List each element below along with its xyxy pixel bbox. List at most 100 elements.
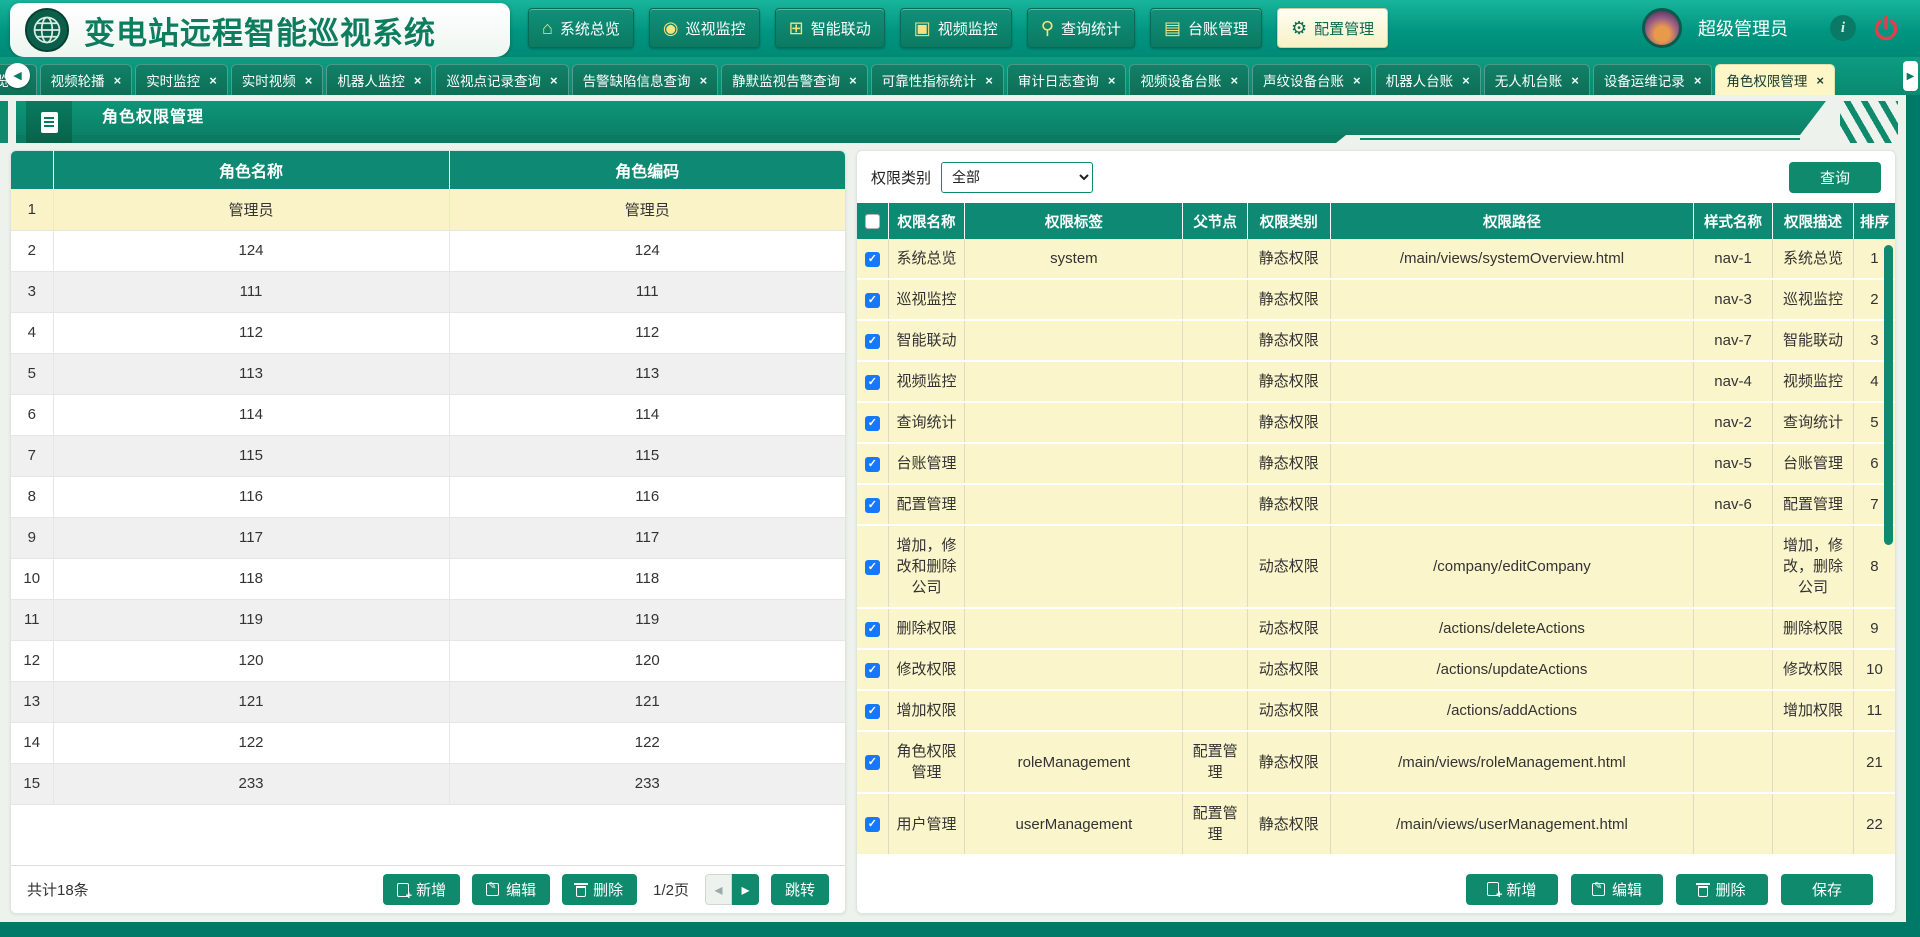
add-button[interactable]: 新增: [383, 874, 460, 905]
row-checkbox[interactable]: [865, 416, 880, 431]
jump-button[interactable]: 跳转: [771, 874, 829, 905]
user-avatar[interactable]: [1642, 8, 1682, 48]
nav-button-clipboard[interactable]: ▤台账管理: [1150, 8, 1262, 48]
table-row[interactable]: 13121121: [11, 681, 845, 722]
row-checkbox[interactable]: [865, 817, 880, 832]
table-row[interactable]: 3111111: [11, 271, 845, 312]
table-row[interactable]: 4112112: [11, 312, 845, 353]
close-icon[interactable]: ×: [985, 74, 993, 87]
delete-button[interactable]: 删除: [1676, 874, 1768, 905]
row-checkbox[interactable]: [865, 663, 880, 678]
table-row[interactable]: 8116116: [11, 476, 845, 517]
close-icon[interactable]: ×: [1462, 74, 1470, 87]
perm-path-cell: [1330, 484, 1693, 525]
nav-button-home[interactable]: ⌂系统总览: [528, 8, 634, 48]
permission-row[interactable]: 增加，修改和删除公司动态权限/company/editCompany增加，修改，…: [857, 525, 1895, 608]
permission-row[interactable]: 视频监控静态权限nav-4视频监控4: [857, 361, 1895, 402]
close-icon[interactable]: ×: [1816, 74, 1824, 87]
close-icon[interactable]: ×: [114, 74, 122, 87]
power-icon[interactable]: [1872, 14, 1900, 42]
tab-item[interactable]: 巡视点记录查询×: [435, 64, 568, 95]
tab-item[interactable]: 视频设备台账×: [1129, 64, 1249, 95]
tab-scroll-right-icon[interactable]: ▶: [1903, 61, 1918, 91]
permission-row[interactable]: 角色权限管理roleManagement配置管理静态权限/main/views/…: [857, 731, 1895, 793]
tab-item[interactable]: 静默监视告警查询×: [721, 64, 868, 95]
close-icon[interactable]: ×: [209, 74, 217, 87]
prev-page-icon[interactable]: ◂: [705, 874, 732, 905]
permission-row[interactable]: 智能联动静态权限nav-7智能联动3: [857, 320, 1895, 361]
tab-item[interactable]: 声纹设备台账×: [1252, 64, 1372, 95]
info-icon[interactable]: i: [1830, 15, 1856, 41]
nav-button-eye[interactable]: ◉巡视监控: [649, 8, 760, 48]
permission-type-select[interactable]: 全部: [941, 162, 1093, 193]
tab-item[interactable]: 机器人台账 ×: [1375, 64, 1481, 95]
row-checkbox[interactable]: [865, 755, 880, 770]
row-checkbox[interactable]: [865, 293, 880, 308]
row-checkbox[interactable]: [865, 457, 880, 472]
permission-row[interactable]: 系统总览system静态权限/main/views/systemOverview…: [857, 239, 1895, 279]
row-checkbox[interactable]: [865, 560, 880, 575]
table-row[interactable]: 9117117: [11, 517, 845, 558]
row-checkbox[interactable]: [865, 334, 880, 349]
tab-item[interactable]: 机器人监控×: [326, 64, 432, 95]
tab-item[interactable]: 实时视频×: [231, 64, 324, 95]
edit-button[interactable]: 编辑: [1571, 874, 1663, 905]
tab-item[interactable]: 可靠性指标统计×: [871, 64, 1004, 95]
tab-item[interactable]: 实时监控×: [135, 64, 228, 95]
permission-row[interactable]: 查询统计静态权限nav-2查询统计5: [857, 402, 1895, 443]
table-row[interactable]: 11119119: [11, 599, 845, 640]
row-checkbox[interactable]: [865, 375, 880, 390]
next-page-icon[interactable]: ▸: [732, 874, 759, 905]
nav-button-search[interactable]: ⚲查询统计: [1027, 8, 1135, 48]
permission-row[interactable]: 台账管理静态权限nav-5台账管理6: [857, 443, 1895, 484]
add-button[interactable]: 新增: [1466, 874, 1558, 905]
tab-item[interactable]: 设备运维记录×: [1593, 64, 1713, 95]
row-checkbox[interactable]: [865, 252, 880, 267]
tab-scroll-left-icon[interactable]: ◀: [5, 63, 30, 88]
tab-item[interactable]: 视频轮播×: [40, 64, 133, 95]
row-checkbox[interactable]: [865, 704, 880, 719]
row-checkbox[interactable]: [865, 498, 880, 513]
scrollbar-thumb[interactable]: [1884, 245, 1893, 545]
tab-item[interactable]: 告警缺陷信息查询×: [572, 64, 719, 95]
table-row[interactable]: 12120120: [11, 640, 845, 681]
table-row[interactable]: 1管理员管理员: [11, 189, 845, 230]
close-icon[interactable]: ×: [1353, 74, 1361, 87]
permission-row[interactable]: 用户管理userManagement配置管理静态权限/main/views/us…: [857, 793, 1895, 855]
edit-button[interactable]: 编辑: [472, 874, 550, 905]
close-icon[interactable]: ×: [305, 74, 313, 87]
role-code-cell: 116: [449, 476, 845, 517]
table-row[interactable]: 10118118: [11, 558, 845, 599]
permission-row[interactable]: 巡视监控静态权限nav-3巡视监控2: [857, 279, 1895, 320]
search-button[interactable]: 查询: [1789, 162, 1881, 193]
select-all-checkbox[interactable]: [865, 214, 880, 229]
tab-label: 机器人台账: [1386, 70, 1454, 90]
close-icon[interactable]: ×: [1108, 74, 1116, 87]
tab-active[interactable]: 角色权限管理×: [1715, 64, 1835, 95]
row-checkbox[interactable]: [865, 622, 880, 637]
delete-button[interactable]: 删除: [562, 874, 637, 905]
tab-item[interactable]: 无人机台账×: [1484, 64, 1590, 95]
table-row[interactable]: 2124124: [11, 230, 845, 271]
nav-button-gear[interactable]: ⚙配置管理: [1277, 8, 1388, 48]
permission-row[interactable]: 增加权限动态权限/actions/addActions增加权限11: [857, 690, 1895, 731]
permission-row[interactable]: 修改权限动态权限/actions/updateActions修改权限10: [857, 649, 1895, 690]
table-row[interactable]: 14122122: [11, 722, 845, 763]
table-row[interactable]: 15233233: [11, 763, 845, 804]
close-icon[interactable]: ×: [700, 74, 708, 87]
close-icon[interactable]: ×: [849, 74, 857, 87]
nav-button-video[interactable]: ▣视频监控: [900, 8, 1012, 48]
close-icon[interactable]: ×: [1571, 74, 1579, 87]
permission-row[interactable]: 删除权限动态权限/actions/deleteActions删除权限9: [857, 608, 1895, 649]
table-row[interactable]: 7115115: [11, 435, 845, 476]
close-icon[interactable]: ×: [1230, 74, 1238, 87]
close-icon[interactable]: ×: [550, 74, 558, 87]
save-button[interactable]: 保存: [1781, 874, 1873, 905]
close-icon[interactable]: ×: [414, 74, 422, 87]
table-row[interactable]: 6114114: [11, 394, 845, 435]
tab-item[interactable]: 审计日志查询×: [1007, 64, 1127, 95]
nav-button-link[interactable]: ⊞智能联动: [775, 8, 885, 48]
table-row[interactable]: 5113113: [11, 353, 845, 394]
close-icon[interactable]: ×: [1694, 74, 1702, 87]
permission-row[interactable]: 配置管理静态权限nav-6配置管理7: [857, 484, 1895, 525]
